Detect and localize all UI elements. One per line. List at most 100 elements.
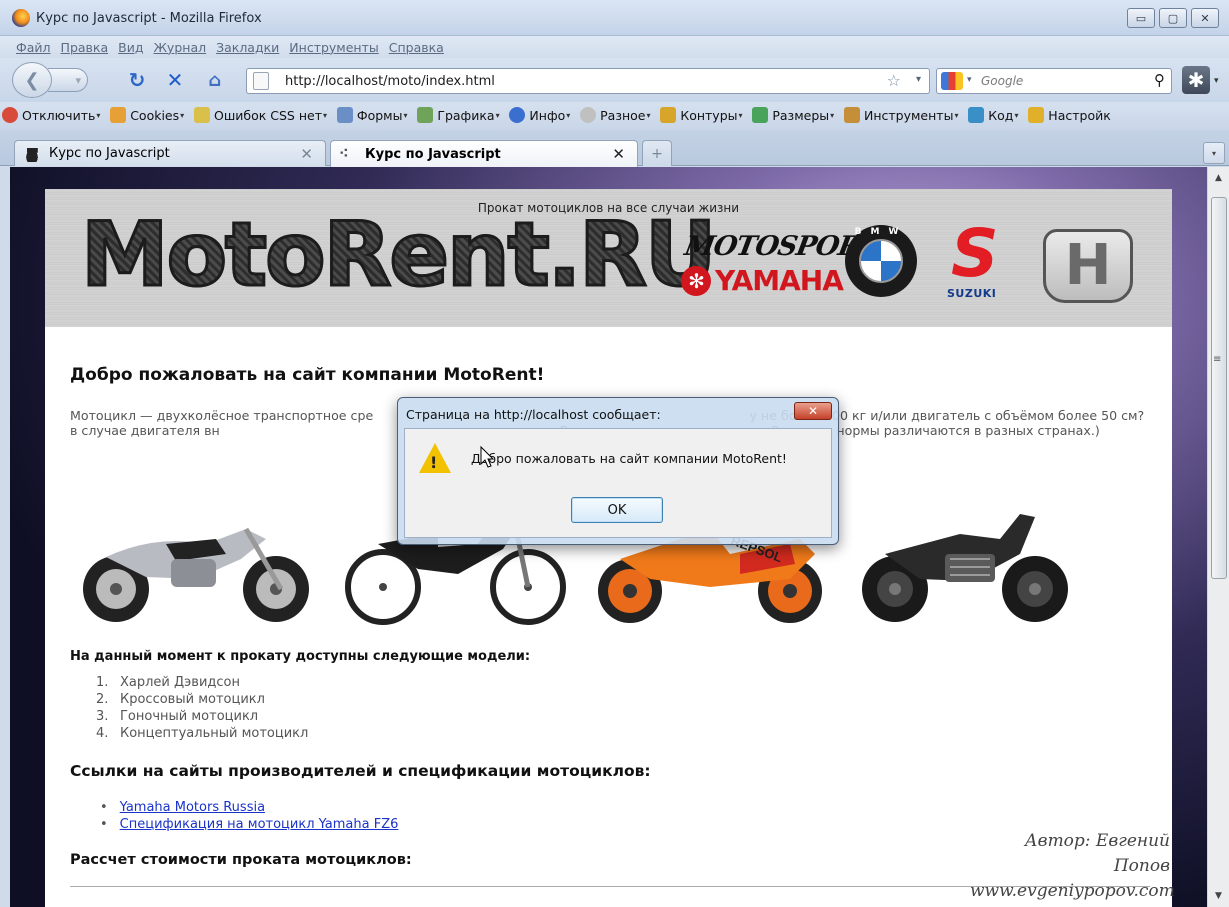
list-item: 4. Концептуальный мотоцикл bbox=[96, 726, 309, 741]
google-icon[interactable] bbox=[941, 72, 963, 90]
concept-motorcycle-image bbox=[862, 514, 1068, 622]
bmw-logo: BMW bbox=[845, 225, 917, 297]
yamaha-russia-link[interactable]: Yamaha Motors Russia bbox=[120, 800, 265, 815]
maximize-button[interactable]: ▢ bbox=[1159, 8, 1187, 28]
search-icon[interactable]: ⚲ bbox=[1154, 71, 1165, 89]
toolbar-item-source[interactable]: Код ▾ bbox=[968, 107, 1018, 123]
vertical-scrollbar[interactable]: ▲ ≡ ▼ bbox=[1207, 167, 1229, 907]
dialog-close-button[interactable]: ✕ bbox=[794, 402, 832, 420]
honda-logo: H bbox=[1043, 229, 1133, 303]
toolbar-label: Размеры bbox=[772, 107, 830, 123]
dialog-title: Страница на http://localhost сообщает: bbox=[406, 407, 661, 422]
menu-view[interactable]: Вид bbox=[118, 40, 143, 55]
toolbar-label: Настройк bbox=[1048, 107, 1111, 123]
author-site: www.evgeniypopov.com bbox=[970, 881, 1175, 901]
search-bar[interactable]: ▾ Google ⚲ bbox=[936, 68, 1172, 94]
page-icon bbox=[253, 72, 269, 90]
dropdown-icon: ▾ bbox=[738, 110, 743, 120]
toolbar-label: Формы bbox=[356, 107, 403, 123]
url-dropdown-icon[interactable]: ▾ bbox=[916, 74, 921, 85]
window-titlebar: Курс по Javascript - Mozilla Firefox ▭ ▢… bbox=[0, 0, 1229, 36]
yamaha-fz6-spec-link[interactable]: Спецификация на мотоцикл Yamaha FZ6 bbox=[120, 817, 399, 832]
extension-icon[interactable]: ✱ bbox=[1182, 66, 1210, 94]
css-icon bbox=[193, 107, 210, 123]
tab-label: Курс по Javascript bbox=[365, 146, 501, 162]
toolbar-item-outline[interactable]: Контуры ▾ bbox=[660, 107, 743, 123]
search-input[interactable]: Google bbox=[981, 74, 1023, 88]
tab-list-button[interactable]: ▾ bbox=[1203, 142, 1225, 164]
dropdown-icon: ▾ bbox=[403, 110, 408, 120]
toolbar-label: Разное bbox=[600, 107, 646, 123]
address-bar[interactable]: http://localhost/moto/index.html ☆ ▾ bbox=[246, 68, 930, 94]
scroll-thumb[interactable] bbox=[1211, 197, 1227, 579]
back-button[interactable]: ❮ bbox=[12, 62, 52, 98]
stop-icon[interactable]: ✕ bbox=[162, 68, 188, 92]
welcome-heading: Добро пожаловать на сайт компании MotoRe… bbox=[70, 365, 545, 385]
window-controls: ▭ ▢ ✕ bbox=[1127, 8, 1219, 28]
tab-label: Курс по Javascript bbox=[49, 146, 170, 161]
menu-history[interactable]: Журнал bbox=[153, 40, 206, 55]
tab-2-active[interactable]: ⁖ Курс по Javascript ✕ bbox=[330, 140, 638, 167]
tools-icon bbox=[843, 107, 860, 123]
toolbar-label: Графика bbox=[437, 107, 495, 123]
yamaha-emblem-icon: ✻ bbox=[681, 265, 711, 296]
mouse-cursor-icon bbox=[480, 445, 495, 468]
new-tab-button[interactable]: + bbox=[642, 140, 672, 166]
dropdown-icon: ▾ bbox=[830, 110, 835, 120]
menu-file[interactable]: Файл bbox=[16, 40, 51, 55]
minimize-button[interactable]: ▭ bbox=[1127, 8, 1155, 28]
reload-icon[interactable]: ↻ bbox=[124, 68, 150, 92]
toolbar-item-images[interactable]: Графика ▾ bbox=[417, 107, 500, 123]
links-heading: Ссылки на сайты производителей и специфи… bbox=[70, 762, 651, 780]
forward-button[interactable]: ▾ bbox=[48, 68, 88, 92]
ok-button[interactable]: OK bbox=[571, 497, 663, 523]
toolbar-item-options[interactable]: Настройк bbox=[1028, 107, 1111, 123]
tab-1[interactable]: Курс по Javascript ✕ bbox=[14, 140, 326, 166]
author-name: Автор: Евгений Попов bbox=[1024, 831, 1170, 876]
scroll-up-icon[interactable]: ▲ bbox=[1208, 169, 1229, 187]
window-title: Курс по Javascript - Mozilla Firefox bbox=[36, 11, 262, 26]
toolbar-label: Отключить bbox=[22, 107, 96, 123]
toolbar-label: Cookies bbox=[130, 107, 180, 123]
dropdown-icon: ▾ bbox=[180, 110, 185, 120]
dropdown-icon: ▾ bbox=[954, 110, 959, 120]
toolbar-label: Инфо bbox=[529, 107, 566, 123]
author-watermark: Автор: Евгений Попов www.evgeniypopov.co… bbox=[970, 829, 1175, 904]
navigation-bar: ▾ ❮ ↻ ✕ ⌂ http://localhost/moto/index.ht… bbox=[0, 58, 1229, 102]
home-icon[interactable]: ⌂ bbox=[202, 68, 228, 92]
toolbar-item-cookies[interactable]: Cookies ▾ bbox=[110, 107, 184, 123]
toolbar-item-css[interactable]: Ошибок CSS нет ▾ bbox=[193, 107, 327, 123]
scroll-down-icon[interactable]: ▼ bbox=[1208, 887, 1229, 905]
dropdown-icon: ▾ bbox=[322, 110, 327, 120]
menu-help[interactable]: Справка bbox=[389, 40, 444, 55]
close-tab-icon[interactable]: ✕ bbox=[612, 145, 625, 163]
images-icon bbox=[417, 107, 434, 123]
model-name: Гоночный мотоцикл bbox=[120, 709, 259, 724]
toolbar-item-misc[interactable]: Разное ▾ bbox=[580, 107, 651, 123]
suzuki-s-icon: S bbox=[951, 215, 999, 292]
info-icon bbox=[509, 107, 526, 123]
extension-dropdown-icon[interactable]: ▾ bbox=[1214, 76, 1219, 86]
firefox-icon bbox=[12, 9, 30, 27]
search-engine-dropdown-icon[interactable]: ▾ bbox=[967, 75, 972, 85]
links-list: Yamaha Motors Russia Спецификация на мот… bbox=[100, 799, 399, 833]
toolbar-item-info[interactable]: Инфо ▾ bbox=[509, 107, 570, 123]
warning-exclamation-icon: ! bbox=[430, 453, 438, 472]
url-text[interactable]: http://localhost/moto/index.html bbox=[285, 74, 495, 89]
models-heading: На данный момент к прокату доступны след… bbox=[70, 649, 531, 664]
close-tab-icon[interactable]: ✕ bbox=[300, 145, 313, 163]
bookmark-star-icon[interactable]: ☆ bbox=[887, 71, 901, 90]
menu-edit[interactable]: Правка bbox=[61, 40, 109, 55]
loading-icon: ⁖ bbox=[339, 146, 349, 162]
options-icon bbox=[1028, 107, 1045, 123]
toolbar-item-disable[interactable]: Отключить ▾ bbox=[2, 107, 100, 123]
menu-tools[interactable]: Инструменты bbox=[289, 40, 378, 55]
scroll-grip-icon: ≡ bbox=[1213, 354, 1222, 365]
close-window-button[interactable]: ✕ bbox=[1191, 8, 1219, 28]
toolbar-item-resize[interactable]: Размеры ▾ bbox=[752, 107, 834, 123]
toolbar-item-tools[interactable]: Инструменты ▾ bbox=[843, 107, 959, 123]
toolbar-item-forms[interactable]: Формы ▾ bbox=[336, 107, 408, 123]
menu-bookmarks[interactable]: Закладки bbox=[216, 40, 279, 55]
honda-h-icon: H bbox=[1064, 233, 1112, 298]
web-developer-toolbar: Отключить ▾ Cookies ▾ Ошибок CSS нет ▾ Форм… bbox=[0, 102, 1229, 130]
